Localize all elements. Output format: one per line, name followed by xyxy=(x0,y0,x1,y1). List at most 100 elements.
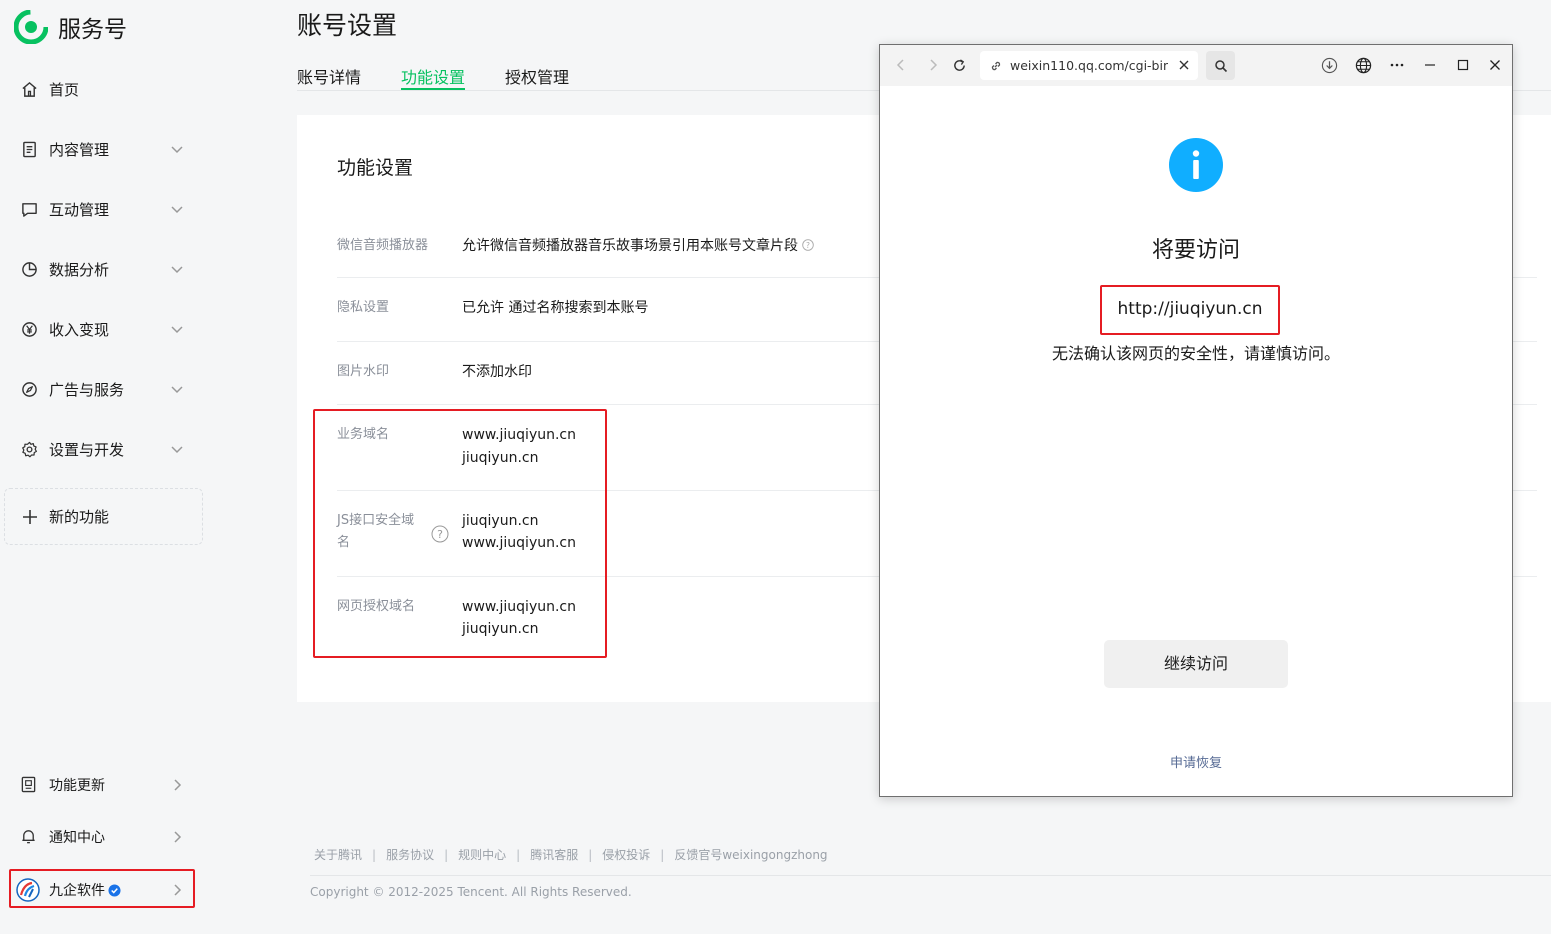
chevron-right-icon xyxy=(174,831,182,843)
nav-item-notifications[interactable]: 通知中心 xyxy=(20,823,190,851)
nav-item-settings-dev[interactable]: 设置与开发 xyxy=(20,434,190,464)
sidebar: 服务号 首页 内容管理 互动管理 数据分析 收入变现 广告与服务 设置与开发 新… xyxy=(0,0,222,934)
chevron-down-icon xyxy=(171,326,183,334)
chevron-down-icon xyxy=(171,146,183,154)
nav-label: 内容管理 xyxy=(49,140,110,159)
setting-value: 不添加水印 xyxy=(462,364,532,380)
nav-item-ads-services[interactable]: 广告与服务 xyxy=(20,374,190,404)
help-icon[interactable]: ? xyxy=(802,239,814,251)
separator: | xyxy=(444,847,449,862)
nav-item-feature-updates[interactable]: 功能更新 xyxy=(20,771,190,799)
browser-toolbar: weixin110.qq.com/cgi-bin/r xyxy=(880,45,1512,86)
nav-label: 互动管理 xyxy=(49,200,110,219)
document-icon xyxy=(20,140,38,158)
setting-label: 图片水印 xyxy=(337,364,390,379)
nav-label: 广告与服务 xyxy=(49,380,125,399)
brand[interactable]: 服务号 xyxy=(14,8,127,46)
nav-label: 数据分析 xyxy=(49,260,110,279)
address-bar[interactable]: weixin110.qq.com/cgi-bin/r xyxy=(980,51,1198,80)
chevron-right-icon xyxy=(174,884,182,896)
account-avatar xyxy=(16,878,40,902)
update-icon xyxy=(20,776,38,794)
browser-popup-window: weixin110.qq.com/cgi-bin/r 将要访问 http://j xyxy=(879,44,1513,797)
new-features-button[interactable]: 新的功能 xyxy=(4,488,203,545)
security-warning: 无法确认该网页的安全性，请谨慎访问。 xyxy=(1051,344,1340,363)
nav-label: 首页 xyxy=(49,80,80,99)
nav-item-analytics[interactable]: 数据分析 xyxy=(20,254,190,284)
search-icon xyxy=(1214,59,1227,72)
setting-value: 已允许 通过名称搜索到本账号 xyxy=(462,300,649,316)
chevron-down-icon xyxy=(171,386,183,394)
tab-account-details[interactable]: 账号详情 xyxy=(297,64,361,88)
yen-icon xyxy=(20,320,38,338)
tab-feature-settings[interactable]: 功能设置 xyxy=(401,64,465,88)
footer-link[interactable]: 规则中心 xyxy=(458,846,506,863)
info-icon xyxy=(1169,138,1223,192)
nav-label: 收入变现 xyxy=(49,320,110,339)
pie-chart-icon xyxy=(20,260,38,278)
section-title: 功能设置 xyxy=(337,157,414,179)
continue-visit-button[interactable]: 继续访问 xyxy=(1104,640,1288,688)
maximize-icon[interactable] xyxy=(1454,56,1472,74)
request-restore-link[interactable]: 申请恢复 xyxy=(880,752,1512,771)
nav-label: 功能更新 xyxy=(49,778,105,794)
reload-icon[interactable] xyxy=(950,56,968,74)
setting-value-text: 允许微信音频播放器音乐故事场景引用本账号文章片段 xyxy=(462,238,798,254)
forward-icon[interactable] xyxy=(924,56,942,74)
nav-item-monetization[interactable]: 收入变现 xyxy=(20,314,190,344)
footer-divider xyxy=(310,875,1551,876)
separator: | xyxy=(588,847,593,862)
compass-icon xyxy=(20,380,38,398)
footer-link[interactable]: 腾讯客服 xyxy=(530,846,578,863)
setting-value: 允许微信音频播放器音乐故事场景引用本账号文章片段? xyxy=(462,235,814,257)
wechat-service-logo-icon xyxy=(14,10,48,44)
gear-icon xyxy=(20,440,38,458)
bell-icon xyxy=(20,828,38,846)
nav-item-home[interactable]: 首页 xyxy=(20,74,190,104)
address-text: weixin110.qq.com/cgi-bin/r xyxy=(1010,58,1168,73)
minimize-icon[interactable] xyxy=(1421,56,1439,74)
svg-text:?: ? xyxy=(806,241,810,250)
active-tab-indicator xyxy=(401,88,465,90)
separator: | xyxy=(372,847,377,862)
copyright: Copyright © 2012-2025 Tencent. All Right… xyxy=(310,885,632,899)
footer-link[interactable]: 关于腾讯 xyxy=(314,846,362,863)
chevron-down-icon xyxy=(171,206,183,214)
target-url: http://jiuqiyun.cn xyxy=(1100,285,1280,335)
account-name: 九企软件 xyxy=(49,883,105,899)
account-switcher[interactable]: 九企软件 xyxy=(16,876,188,904)
footer-link[interactable]: 服务协议 xyxy=(386,846,434,863)
warning-heading: 将要访问 xyxy=(1151,238,1240,263)
domains-highlight-box xyxy=(313,409,607,658)
nav-item-interaction[interactable]: 互动管理 xyxy=(20,194,190,224)
home-icon xyxy=(20,80,38,98)
download-icon[interactable] xyxy=(1320,56,1338,74)
brand-name: 服务号 xyxy=(58,17,127,43)
chevron-right-icon xyxy=(174,779,182,791)
new-features-label: 新的功能 xyxy=(49,508,110,526)
setting-label: 微信音频播放器 xyxy=(337,238,429,253)
globe-icon[interactable] xyxy=(1354,56,1372,74)
window-close-icon[interactable] xyxy=(1486,56,1504,74)
chevron-down-icon xyxy=(171,446,183,454)
tab-authorization[interactable]: 授权管理 xyxy=(505,64,569,88)
separator: | xyxy=(660,847,665,862)
page-title: 账号设置 xyxy=(297,11,398,40)
footer-link[interactable]: 反馈官号weixingongzhong xyxy=(674,846,827,863)
chevron-down-icon xyxy=(171,266,183,274)
back-icon[interactable] xyxy=(892,56,910,74)
link-icon xyxy=(991,61,1001,70)
search-button[interactable] xyxy=(1206,51,1235,80)
nav-label: 通知中心 xyxy=(49,830,105,846)
message-icon xyxy=(20,200,38,218)
plus-icon xyxy=(21,508,39,526)
footer-link[interactable]: 侵权投诉 xyxy=(602,846,650,863)
more-icon[interactable] xyxy=(1388,56,1406,74)
nav-label: 设置与开发 xyxy=(49,440,125,459)
separator: | xyxy=(516,847,521,862)
verified-badge-icon xyxy=(108,883,121,897)
nav-item-content[interactable]: 内容管理 xyxy=(20,134,190,164)
close-icon[interactable] xyxy=(1178,59,1190,71)
footer-links: 关于腾讯 | 服务协议 | 规则中心 | 腾讯客服 | 侵权投诉 | 反馈官号weixin… xyxy=(314,846,828,863)
setting-label: 隐私设置 xyxy=(337,300,390,315)
